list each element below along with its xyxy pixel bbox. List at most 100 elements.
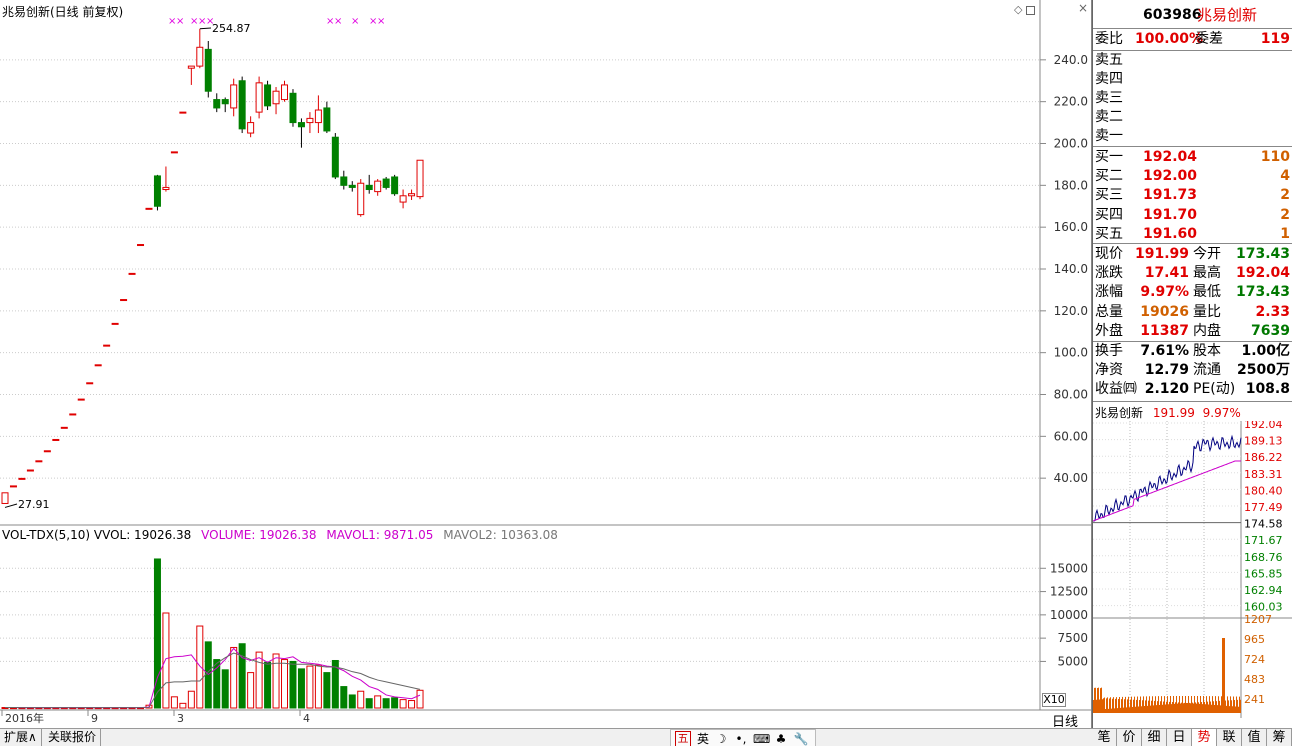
candle-body [374,180,382,193]
fund-value: 2500万 [1237,362,1290,379]
low-price-marker: 27.91 [18,498,50,511]
tab-1[interactable]: 价 [1117,729,1142,746]
ask-label: 卖二 [1095,109,1123,125]
candle-body [382,178,390,188]
candle-body [314,109,322,124]
tab-0[interactable]: 笔 [1092,729,1117,746]
tab-7[interactable]: 筹 [1267,729,1292,746]
bid-label: 买三 [1095,187,1123,204]
stat-label: 总量 [1095,303,1123,320]
mavol2-value: MAVOL2: 10363.08 [443,528,558,542]
candle-body [238,80,246,130]
punctuation-icon[interactable]: •, [733,731,749,746]
candle-body [365,184,373,191]
diamond-icon[interactable]: ◇ [1014,3,1022,16]
tab-expand[interactable]: 扩展∧ [0,729,42,746]
candle-body [145,207,153,210]
kline-svg[interactable]: 240.0 220.0 200.0 180.0 160.0 140.0 120.0 100.0… [0,0,1092,728]
stat-value: 191.99 [1134,246,1189,262]
ime-toolbar: 五 英 ☽ •, ⌨ ♣ 🔧 [670,729,816,746]
bid-label: 买二 [1095,168,1123,185]
volume-bar [221,669,229,709]
moon-icon[interactable]: ☽ [713,731,729,746]
tab-4[interactable]: 势 [1192,729,1217,746]
mini-price-tick: 174.58 [1244,518,1283,531]
candle-body [35,460,43,463]
price-tick-label: 160.0 [1054,220,1088,234]
ask-level: 卖四 [1093,70,1292,89]
volume-bar [170,696,178,709]
candle-body [247,122,255,134]
candle-body [391,176,399,195]
tab-related-quotes[interactable]: 关联报价 [44,729,102,746]
high-arrow [199,27,212,30]
vvol-value: VVOL: 19026.38 [93,528,192,542]
volume-bar [306,665,314,709]
ime-english-icon[interactable]: 英 [695,731,711,746]
mini-pct: 9.97% [1202,406,1241,420]
volume-bar [365,698,373,709]
candle-body [94,364,102,367]
kline-chart-panel[interactable]: 240.0 220.0 200.0 180.0 160.0 140.0 120.0 100.0… [0,0,1092,730]
mini-price-tick: 186.22 [1244,451,1283,464]
ask-label: 卖四 [1095,71,1123,87]
weicha-label: 委差 [1195,31,1223,47]
mini-price-tick: 183.31 [1244,468,1283,481]
candle-body [408,193,416,197]
mini-price-tick: 189.13 [1244,435,1283,448]
tab-2[interactable]: 细 [1142,729,1167,746]
fund-label: 流通 [1193,362,1221,379]
volume-bar [213,659,221,709]
tab-6[interactable]: 值 [1242,729,1267,746]
quote-header: 603986 兆易创新 [1093,6,1292,25]
price-tick-label: 120.0 [1054,304,1088,318]
volume-tick-label: 12500 [1050,585,1088,599]
candle-body [204,48,212,92]
bid-label: 买五 [1095,225,1123,242]
weibi-label: 委比 [1095,31,1123,47]
ask-label: 卖一 [1095,128,1123,144]
fund-row: 收益㈣ 2.120 PE(动) 108.8 [1093,380,1292,399]
keyboard-icon[interactable]: ⌨ [753,731,770,746]
volume-bar [289,660,297,709]
mini-vol-tick: 483 [1244,673,1265,686]
tab-3[interactable]: 日 [1167,729,1192,746]
bid-price: 192.04 [1143,149,1198,165]
volume-bar [179,702,187,709]
trading-app: 240.0 220.0 200.0 180.0 160.0 140.0 120.0 100.0… [0,0,1292,746]
fund-value: 108.8 [1245,381,1290,398]
intraday-mini-chart[interactable]: 192.04 189.13 186.22 183.31 180.40 177.49 174.… [1093,421,1292,718]
stock-code: 603986 [1143,7,1202,23]
candle-body [137,244,145,247]
bid-label: 买一 [1095,149,1123,165]
stat-row: 外盘 11387 内盘 7639 [1093,322,1292,341]
close-icon[interactable]: × [1078,1,1088,15]
weibi-row: 委比 100.00% 委差 119 [1093,30,1292,49]
stat-row: 现价 191.99 今开 173.43 [1093,245,1292,264]
fund-label: 换手 [1095,343,1123,359]
candle-body [196,46,204,67]
price-tick-label: 60.00 [1054,429,1088,443]
candle-body [153,175,161,207]
signal-marker: × [334,16,342,27]
candle-body [120,299,128,302]
mini-price: 191.99 [1152,406,1195,420]
bid-level: 买四 191.70 2 [1093,206,1292,225]
candle-body [162,186,170,191]
indicator-name[interactable]: VOL-TDX(5,10) [2,528,90,542]
ime-wubi-icon[interactable]: 五 [675,731,691,746]
candle-body [77,398,85,401]
bid-level: 买二 192.00 4 [1093,167,1292,186]
weicha-value: 119 [1260,31,1290,47]
tab-5[interactable]: 联 [1217,729,1242,746]
wrench-icon[interactable]: 🔧 [793,731,809,746]
fund-row: 换手 7.61% 股本 1.00亿 [1093,342,1292,361]
stat-value: 19026 [1140,303,1189,320]
volume-value: VOLUME: 19026.38 [201,528,317,542]
volume-bar [238,643,246,709]
volume-tick-label: 5000 [1057,654,1088,668]
volume-bar [230,646,238,709]
square-icon[interactable] [1026,6,1035,15]
skin-icon[interactable]: ♣ [773,731,789,746]
candle-body [213,99,221,109]
